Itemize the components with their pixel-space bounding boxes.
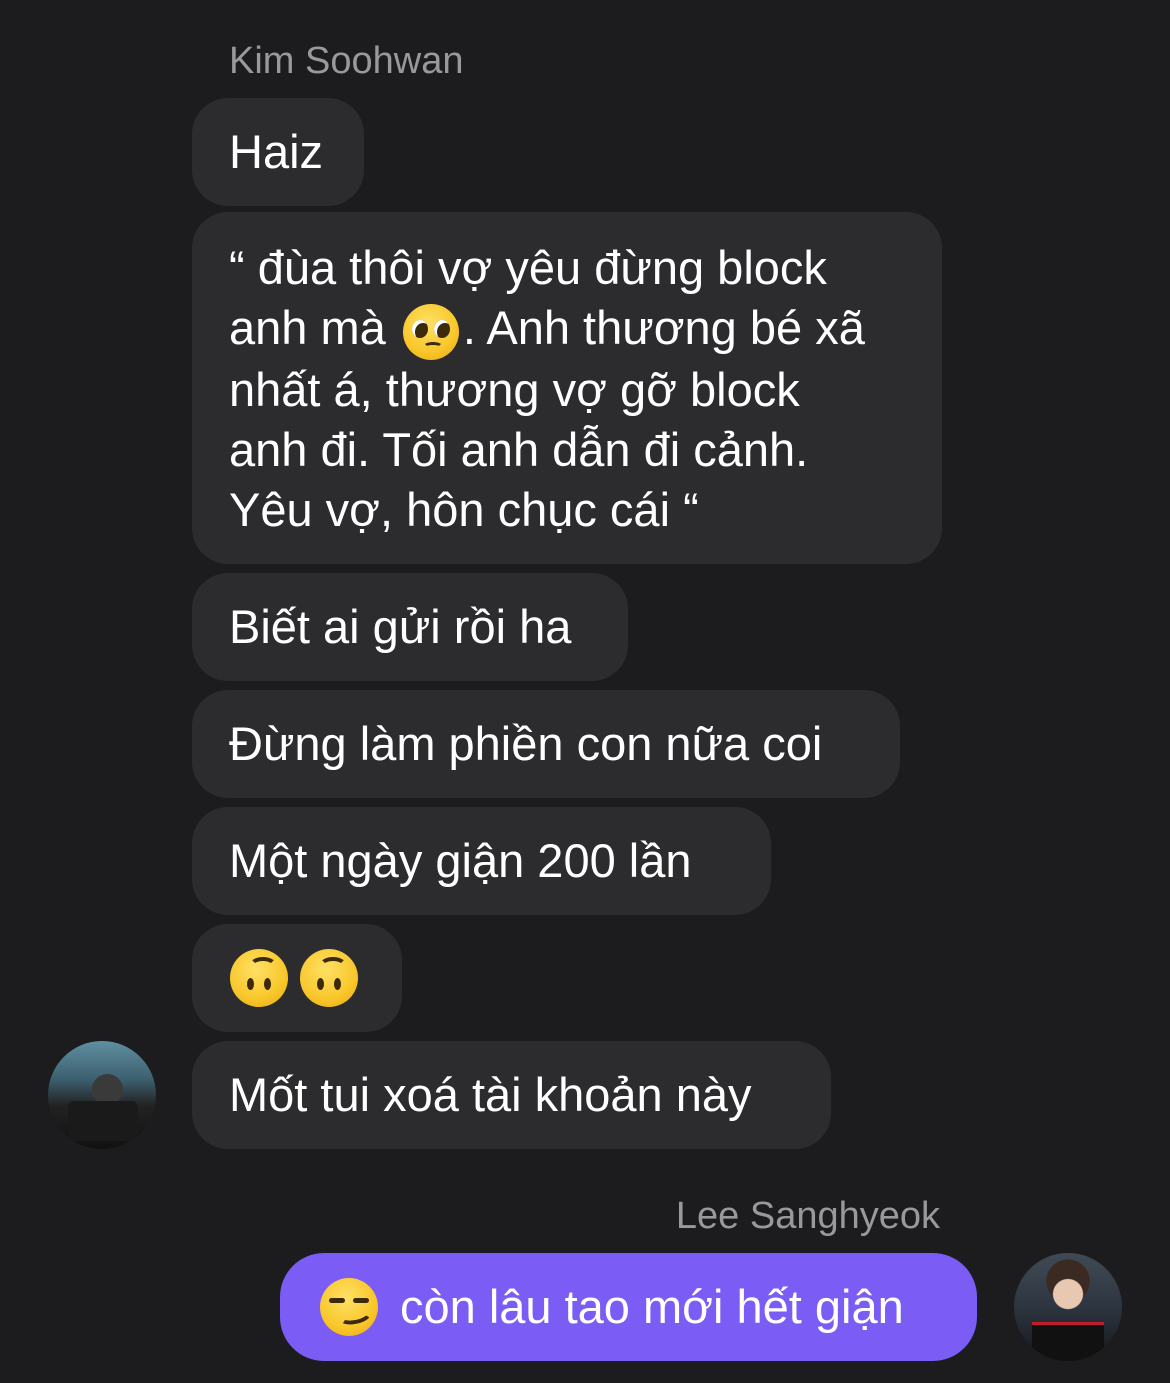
message-bubble[interactable]: “ đùa thôi vợ yêu đừng block anh mà . An… xyxy=(192,212,942,564)
smirking-face-icon xyxy=(320,1278,378,1336)
message-text: còn lâu tao mới hết giận xyxy=(400,1280,904,1333)
sender-name-kim: Kim Soohwan xyxy=(229,40,464,82)
message-bubble[interactable]: Một ngày giận 200 lần xyxy=(192,807,771,915)
avatar-kim-soohwan[interactable] xyxy=(48,1041,156,1149)
message-bubble[interactable]: Biết ai gửi rồi ha xyxy=(192,573,628,681)
message-text: Đừng làm phiền con nữa coi xyxy=(229,717,823,770)
message-text: Biết ai gửi rồi ha xyxy=(229,600,572,653)
message-text: Một ngày giận 200 lần xyxy=(229,834,692,887)
pleading-face-icon xyxy=(402,303,459,360)
message-text: Haiz xyxy=(229,125,324,178)
upside-down-face-icon xyxy=(300,949,358,1007)
message-bubble[interactable]: Đừng làm phiền con nữa coi xyxy=(192,690,900,798)
message-text: “ đùa thôi vợ yêu đừng block anh mà . An… xyxy=(229,241,865,536)
message-bubble[interactable]: Haiz xyxy=(192,98,364,206)
upside-down-face-icon xyxy=(230,949,288,1007)
message-text: Mốt tui xoá tài khoản này xyxy=(229,1068,752,1121)
avatar-lee-sanghyeok[interactable] xyxy=(1014,1253,1122,1361)
message-bubble[interactable]: Mốt tui xoá tài khoản này xyxy=(192,1041,831,1149)
outgoing-message-bubble[interactable]: còn lâu tao mới hết giận xyxy=(280,1253,977,1361)
message-bubble[interactable] xyxy=(192,924,402,1032)
sender-name-lee: Lee Sanghyeok xyxy=(675,1195,940,1237)
